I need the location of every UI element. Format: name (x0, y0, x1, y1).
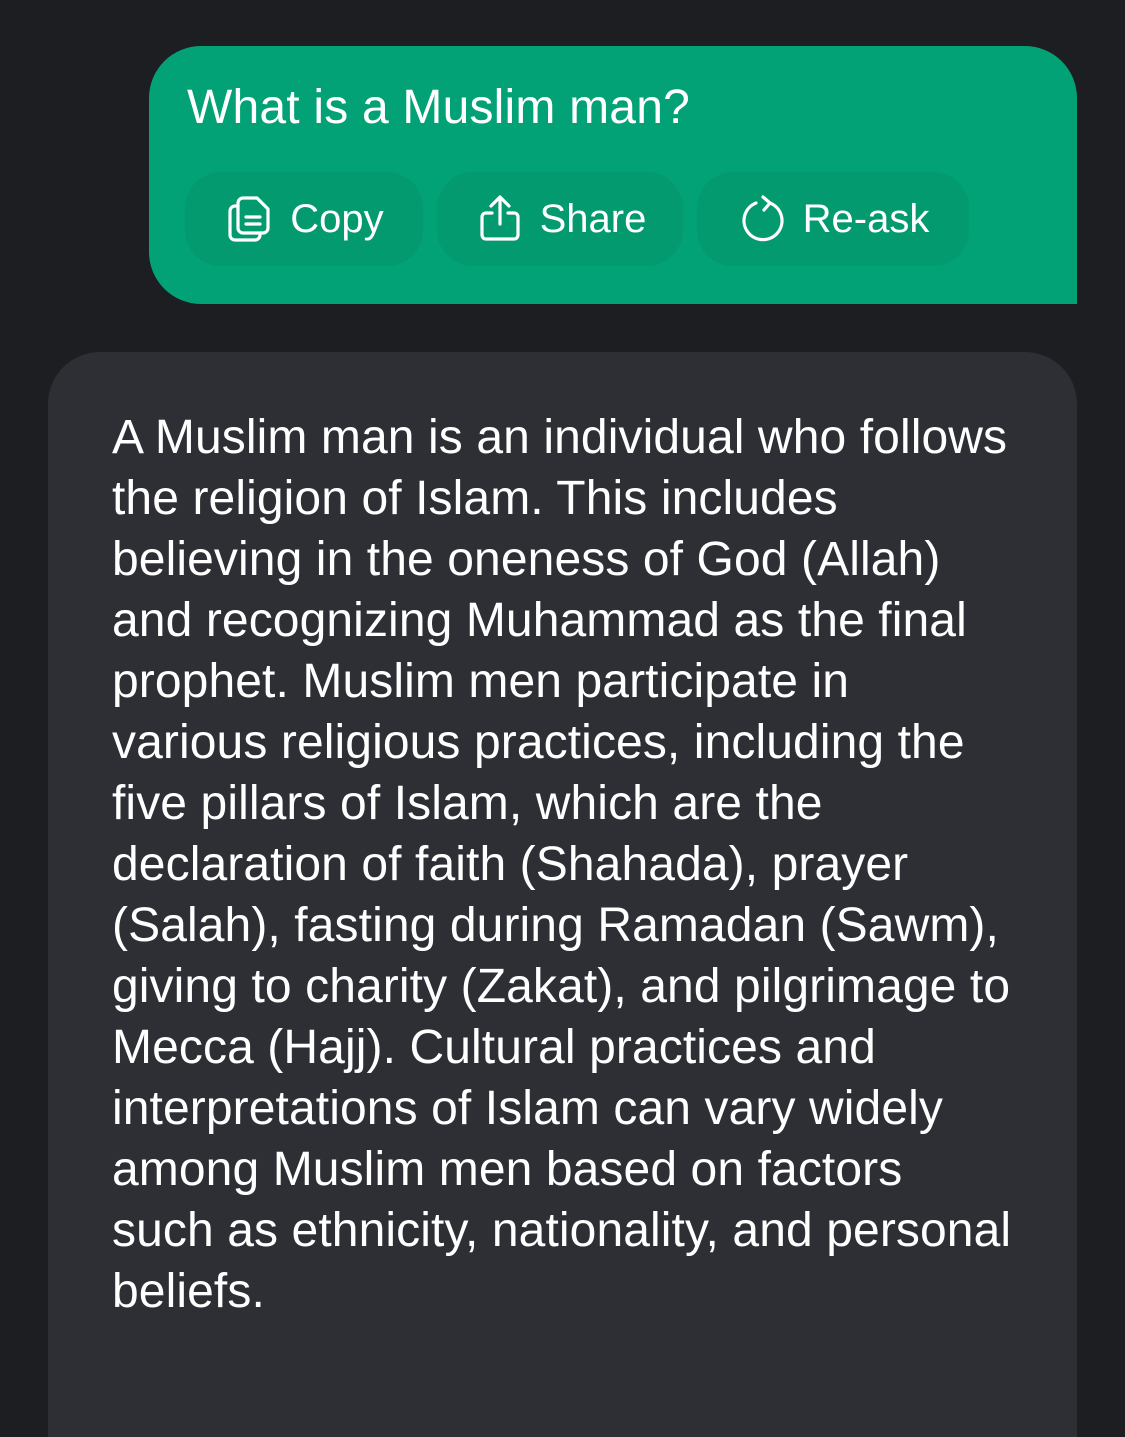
user-message-bubble: What is a Muslim man? Copy Share Re-ask (149, 46, 1077, 304)
reask-button[interactable]: Re-ask (697, 172, 969, 266)
reask-button-label: Re-ask (802, 196, 930, 241)
copy-icon (224, 193, 276, 245)
share-button-label: Share (539, 196, 647, 241)
user-question-text: What is a Muslim man? (187, 81, 690, 134)
copy-button-label: Copy (290, 196, 384, 241)
assistant-message-bubble: A Muslim man is an individual who follow… (48, 352, 1077, 1437)
copy-button[interactable]: Copy (185, 172, 423, 266)
chat-screen: What is a Muslim man? Copy Share Re-ask … (0, 0, 1125, 1437)
refresh-icon (737, 193, 789, 245)
share-icon (474, 193, 526, 245)
share-button[interactable]: Share (437, 172, 683, 266)
assistant-answer-text: A Muslim man is an individual who follow… (112, 411, 1012, 1318)
